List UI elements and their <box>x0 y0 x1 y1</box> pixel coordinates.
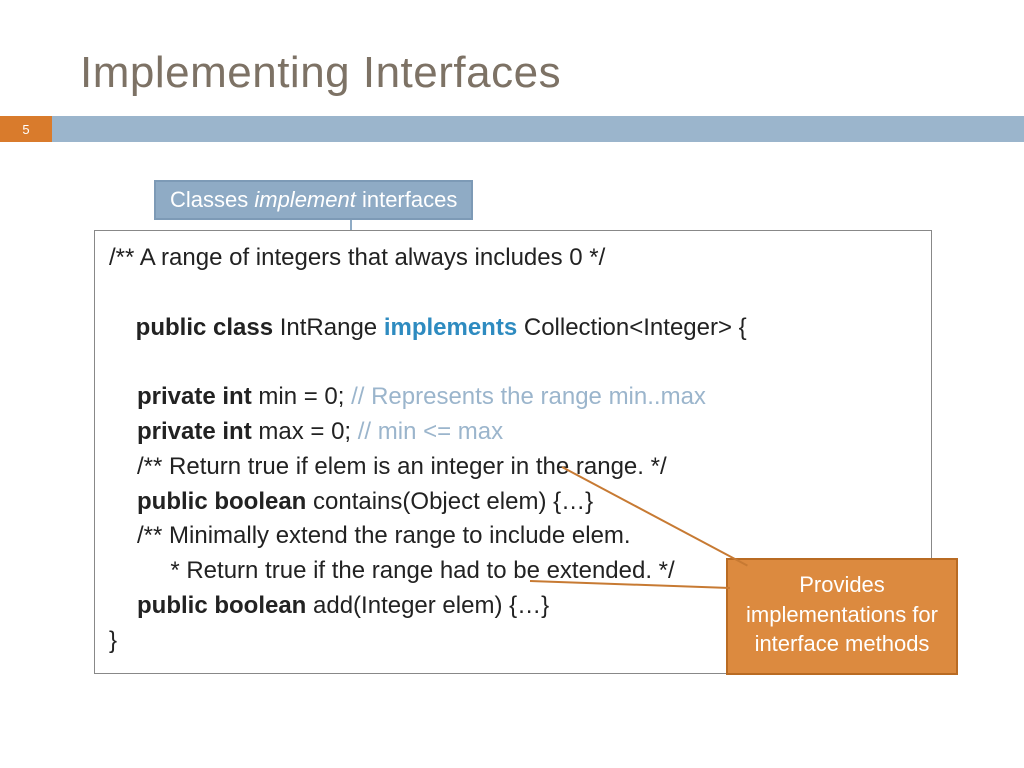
code-line-2: public class IntRange implements Collect… <box>109 276 917 380</box>
code-l6a: contains(Object elem) {…} <box>306 488 593 515</box>
header-bar: 5 <box>0 116 1024 142</box>
kw-private-int-2: private int <box>137 418 252 445</box>
comment-1: // Represents the range min..max <box>351 383 706 410</box>
code-l2a: IntRange <box>273 314 384 341</box>
code-l2b: Collection<Integer> { <box>517 314 747 341</box>
kw-private-int-1: private int <box>137 383 252 410</box>
comment-2: // min <= max <box>358 418 503 445</box>
code-l9a: add(Integer elem) {…} <box>306 592 549 619</box>
page-number-badge: 5 <box>0 116 52 142</box>
slide-title: Implementing Interfaces <box>0 0 1024 116</box>
header-bar-fill <box>52 116 1024 142</box>
callout-classes-implement: Classes implement interfaces <box>154 180 473 220</box>
code-l3a: min = 0; <box>252 383 351 410</box>
code-l4a: max = 0; <box>252 418 358 445</box>
code-line-7: /** Minimally extend the range to includ… <box>109 519 917 554</box>
kw-public-boolean-1: public boolean <box>137 488 306 515</box>
code-line-4: private int max = 0; // min <= max <box>109 415 917 450</box>
code-line-1: /** A range of integers that always incl… <box>109 241 917 276</box>
code-line-6: public boolean contains(Object elem) {…} <box>109 485 917 520</box>
kw-public-class: public class <box>136 314 273 341</box>
kw-implements: implements <box>384 314 517 341</box>
code-line-3: private int min = 0; // Represents the r… <box>109 380 917 415</box>
callout-text-pre: Classes <box>170 187 254 212</box>
callout-text-post: interfaces <box>356 187 458 212</box>
callout-text-em: implement <box>254 187 355 212</box>
kw-public-boolean-2: public boolean <box>137 592 306 619</box>
code-line-5: /** Return true if elem is an integer in… <box>109 450 917 485</box>
callout-provides-implementations: Provides implementations for interface m… <box>726 558 958 675</box>
